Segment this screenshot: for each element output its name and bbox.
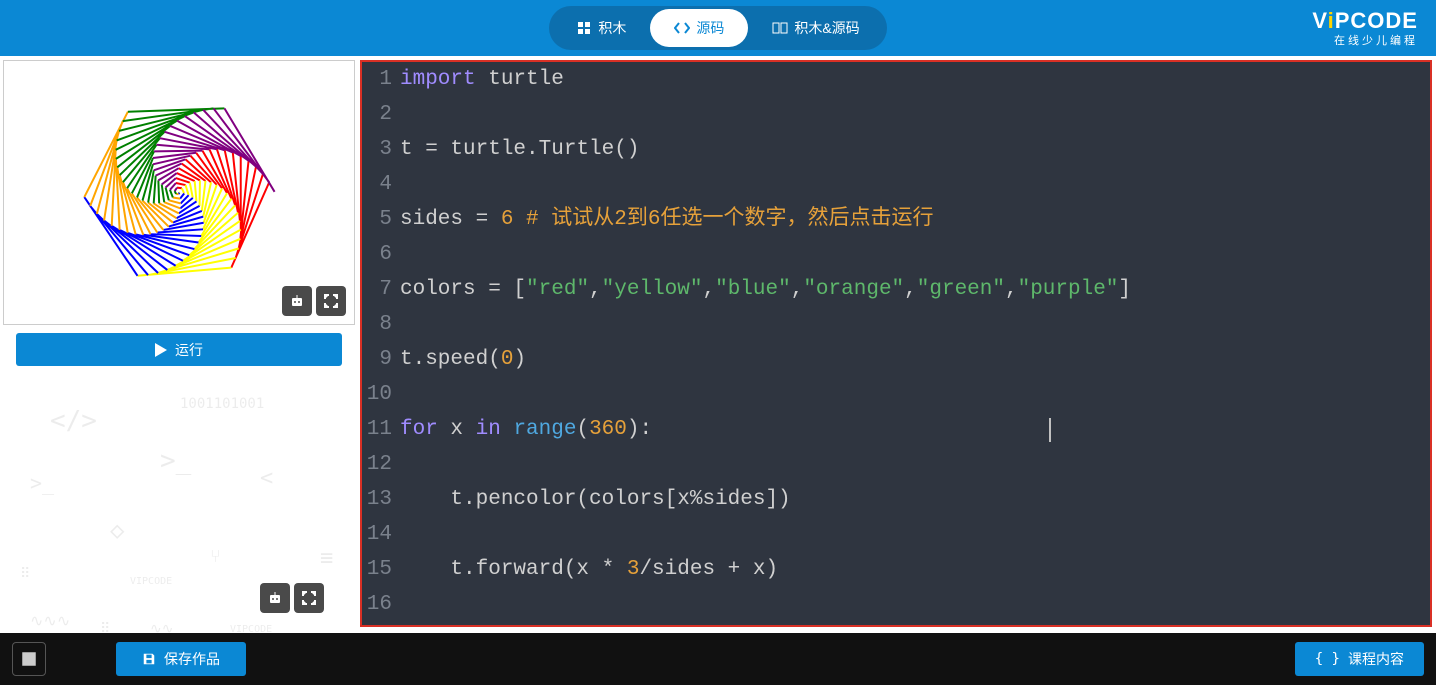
line-number: 3 (362, 132, 400, 167)
line-number: 6 (362, 237, 400, 272)
play-icon (155, 343, 167, 357)
code-line[interactable]: 7colors = ["red","yellow","blue","orange… (362, 272, 1430, 307)
code-line[interactable]: 14 (362, 517, 1430, 552)
footer: 保存作品 { } 课程内容 (0, 633, 1436, 685)
code-content[interactable]: t = turtle.Turtle() (400, 132, 639, 167)
code-line[interactable]: 15 t.forward(x * 3/sides + x) (362, 552, 1430, 587)
save-icon (142, 652, 156, 666)
turtle-output (4, 61, 354, 324)
course-label: 课程内容 (1348, 649, 1404, 669)
line-number: 4 (362, 167, 400, 202)
code-line[interactable]: 5sides = 6 # 试试从2到6任选一个数字，然后点击运行 (362, 202, 1430, 237)
tab-both[interactable]: 积木&源码 (748, 9, 883, 47)
line-number: 1 (362, 62, 400, 97)
logo: ViPCODE 在线少儿编程 (1312, 8, 1418, 48)
tab-label: 积木 (598, 18, 626, 38)
line-number: 5 (362, 202, 400, 237)
line-number: 16 (362, 587, 400, 622)
combo-icon (772, 20, 788, 36)
code-line[interactable]: 3t = turtle.Turtle() (362, 132, 1430, 167)
save-button[interactable]: 保存作品 (116, 642, 246, 676)
line-number: 2 (362, 97, 400, 132)
course-content-button[interactable]: { } 课程内容 (1295, 642, 1424, 676)
robot-button[interactable] (282, 286, 312, 316)
robot-icon (289, 293, 305, 309)
line-number: 7 (362, 272, 400, 307)
blocks-icon (576, 20, 592, 36)
view-tabs: 积木 源码 积木&源码 (549, 6, 886, 50)
code-line[interactable]: 1import turtle (362, 62, 1430, 97)
code-line[interactable]: 10 (362, 377, 1430, 412)
line-number: 12 (362, 447, 400, 482)
code-content[interactable]: colors = ["red","yellow","blue","orange"… (400, 272, 1131, 307)
code-content[interactable]: for x in range(360): (400, 412, 652, 447)
line-number: 8 (362, 307, 400, 342)
text-cursor (1049, 418, 1051, 442)
save-label: 保存作品 (164, 649, 220, 669)
code-icon (674, 20, 690, 36)
line-number: 14 (362, 517, 400, 552)
logo-brand: ViPCODE (1312, 8, 1418, 34)
tab-label: 积木&源码 (794, 18, 859, 38)
main: 运行 1001101001 </> >_ >_ < ◇ ⑂ ≡ ⠿ VIPCOD… (0, 56, 1436, 633)
code-line[interactable]: 13 t.pencolor(colors[x%sides]) (362, 482, 1430, 517)
code-line[interactable]: 12 (362, 447, 1430, 482)
code-content[interactable]: t.speed(0) (400, 342, 526, 377)
line-number: 15 (362, 552, 400, 587)
code-line[interactable]: 11for x in range(360): (362, 412, 1430, 447)
fullscreen-icon (323, 293, 339, 309)
code-content[interactable]: import turtle (400, 62, 564, 97)
collapse-button[interactable] (12, 642, 46, 676)
line-number: 11 (362, 412, 400, 447)
code-line[interactable]: 9t.speed(0) (362, 342, 1430, 377)
code-content[interactable]: t.pencolor(colors[x%sides]) (400, 482, 791, 517)
run-button[interactable]: 运行 (16, 333, 342, 366)
code-line[interactable]: 2 (362, 97, 1430, 132)
code-content[interactable]: t.forward(x * 3/sides + x) (400, 552, 778, 587)
tab-blocks[interactable]: 积木 (552, 9, 650, 47)
fullscreen-icon (301, 590, 317, 606)
braces-icon: { } (1315, 651, 1340, 667)
left-panel: 运行 1001101001 </> >_ >_ < ◇ ⑂ ≡ ⠿ VIPCOD… (0, 56, 358, 633)
collapse-icon (21, 651, 37, 667)
code-line[interactable]: 4 (362, 167, 1430, 202)
code-line[interactable]: 16 (362, 587, 1430, 622)
run-label: 运行 (175, 340, 203, 360)
line-number: 13 (362, 482, 400, 517)
robot-icon (267, 590, 283, 606)
line-number: 9 (362, 342, 400, 377)
line-number: 10 (362, 377, 400, 412)
code-line[interactable]: 8 (362, 307, 1430, 342)
tab-source[interactable]: 源码 (650, 9, 748, 47)
fullscreen-button[interactable] (316, 286, 346, 316)
fullscreen-button-2[interactable] (294, 583, 324, 613)
code-content[interactable]: sides = 6 # 试试从2到6任选一个数字，然后点击运行 (400, 202, 933, 237)
logo-subtitle: 在线少儿编程 (1312, 32, 1418, 48)
code-line[interactable]: 6 (362, 237, 1430, 272)
header: 积木 源码 积木&源码 ViPCODE 在线少儿编程 (0, 0, 1436, 56)
preview-canvas (3, 60, 355, 325)
robot-button-2[interactable] (260, 583, 290, 613)
code-editor[interactable]: 1import turtle23t = turtle.Turtle()45sid… (360, 60, 1432, 627)
tab-label: 源码 (696, 18, 724, 38)
